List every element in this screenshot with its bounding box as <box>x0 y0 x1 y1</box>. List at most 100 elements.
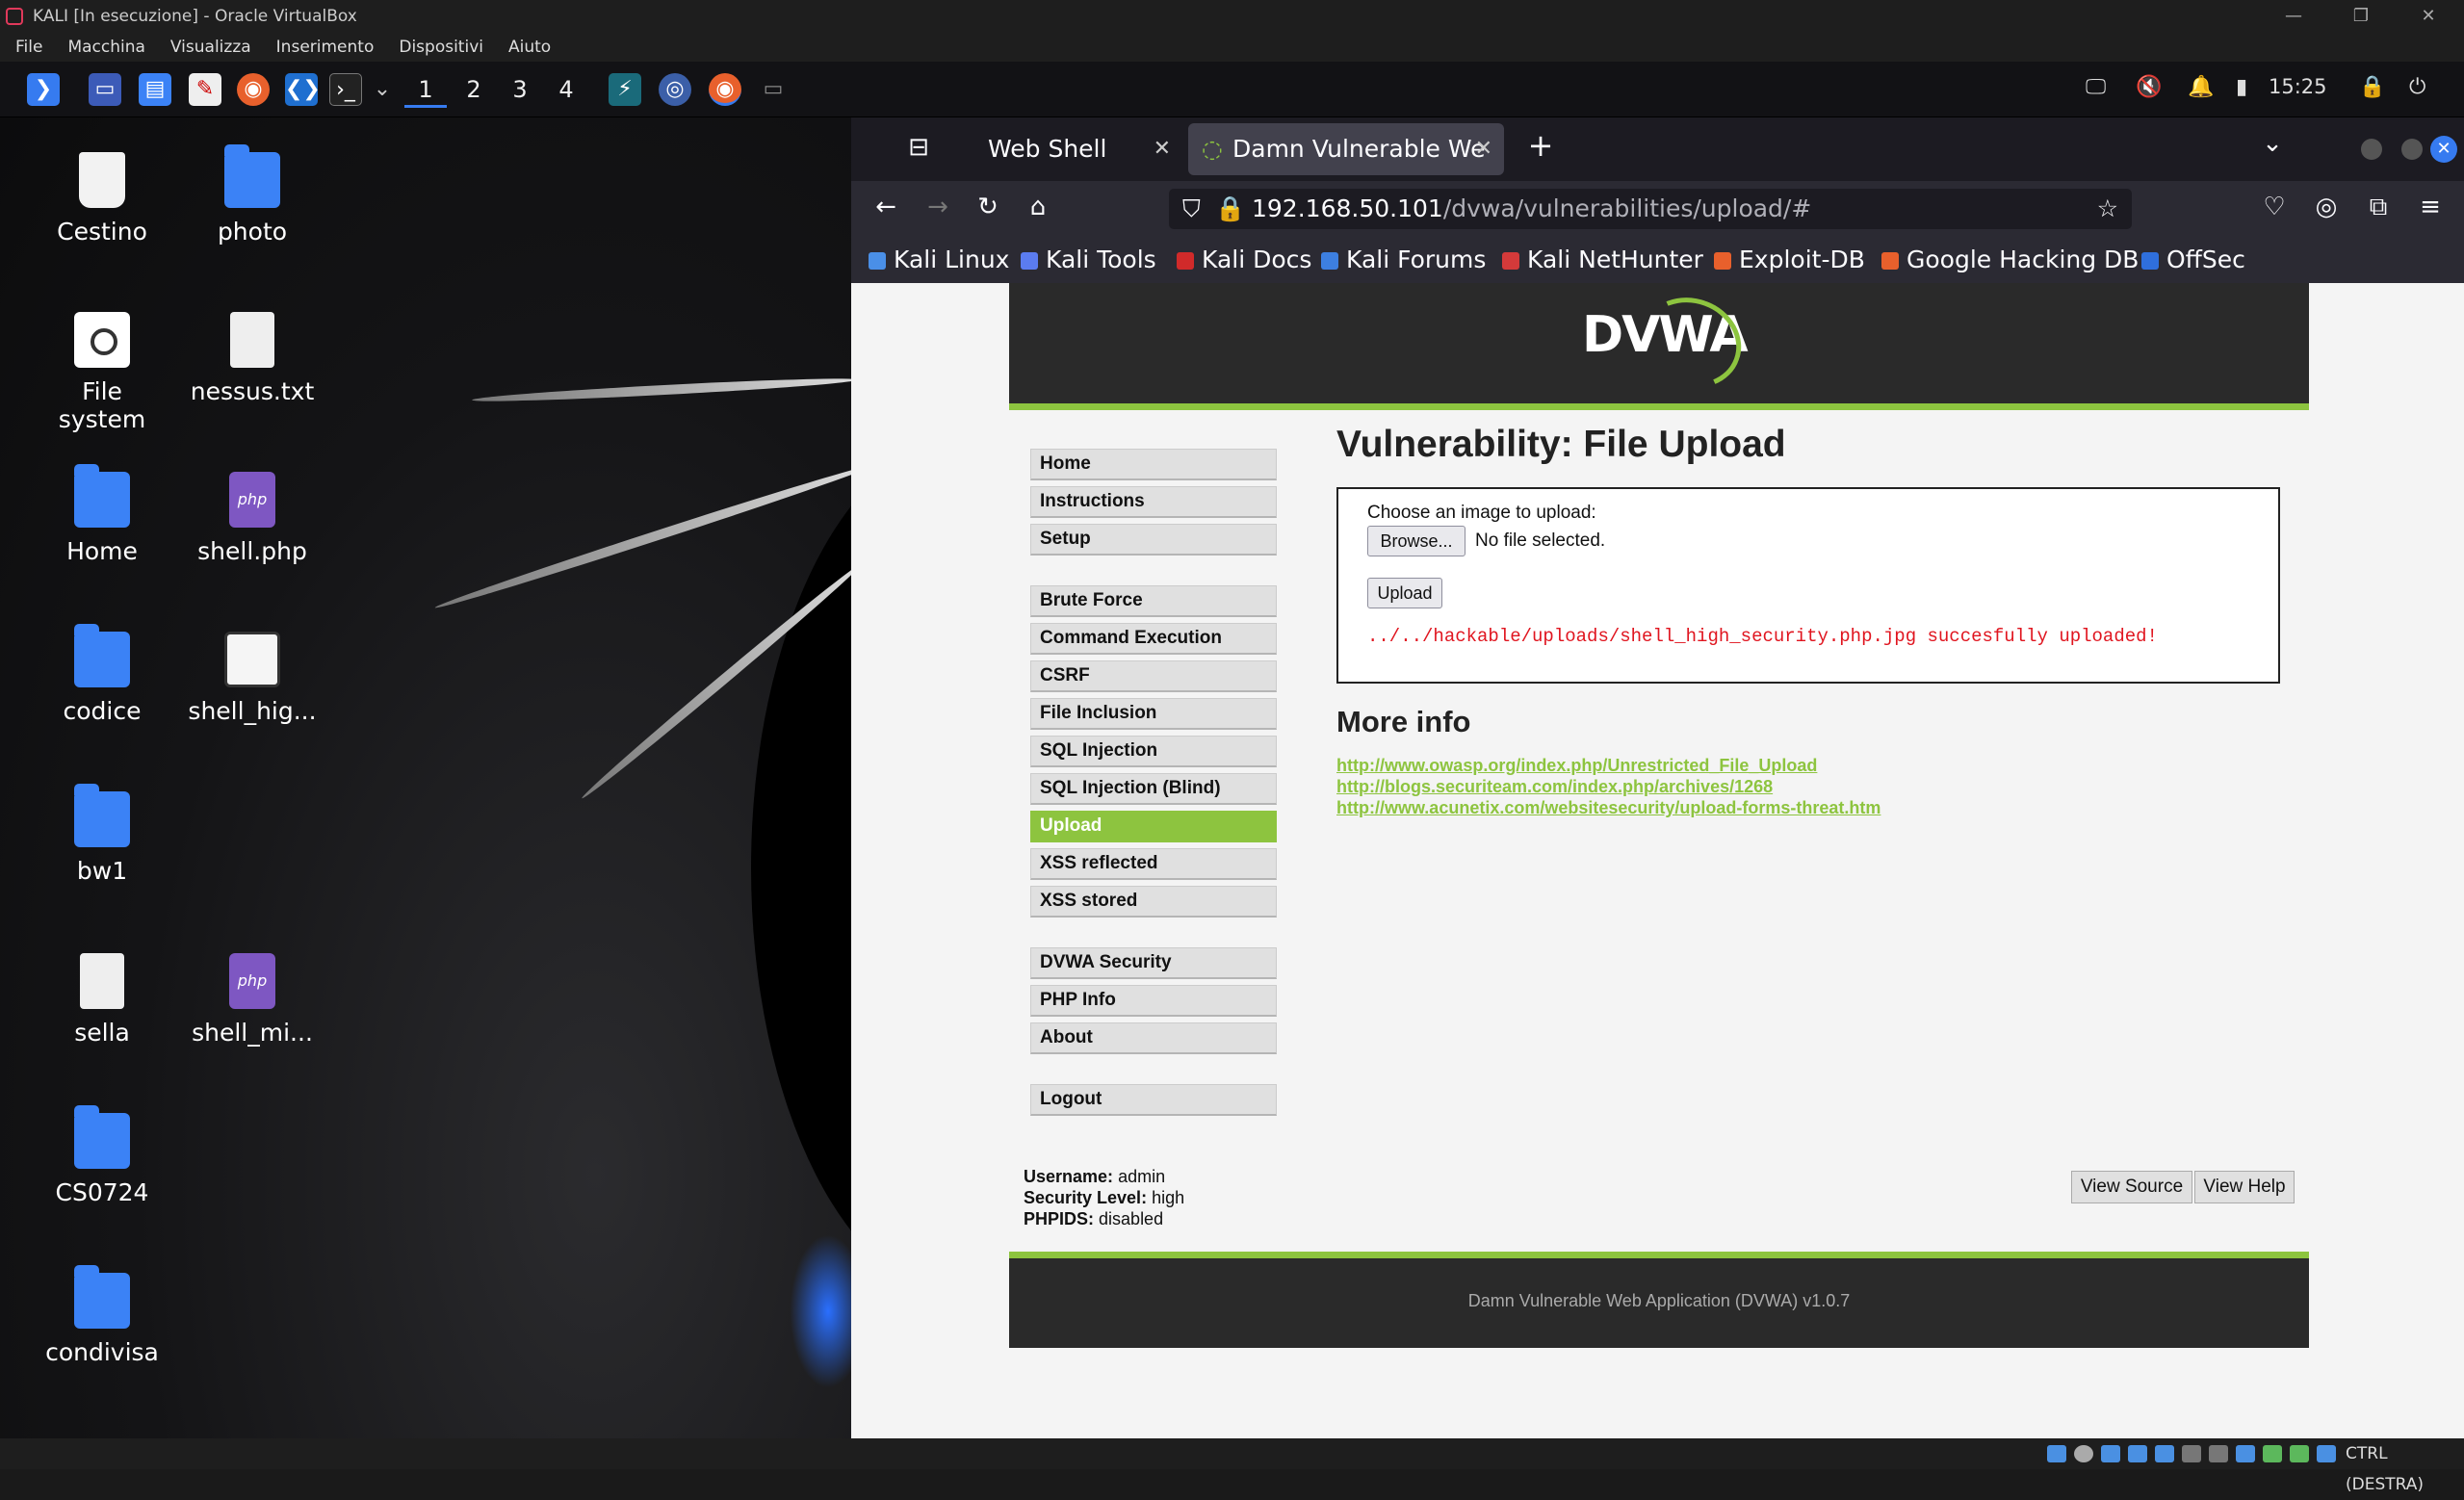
workspace-1[interactable]: 1 <box>404 71 447 108</box>
recording-icon[interactable] <box>2236 1445 2255 1462</box>
lock-icon[interactable]: 🔒 <box>1215 189 1245 229</box>
desktop-icon-cestino[interactable]: Cestino <box>35 152 169 246</box>
extensions-icon[interactable]: ⧉ <box>2359 193 2398 222</box>
power-icon[interactable]: ⏻ <box>2409 75 2425 99</box>
close-icon[interactable]: ✕ <box>2430 136 2457 163</box>
desktop-icon-file-system[interactable]: File system <box>35 312 169 433</box>
workspace-2[interactable]: 2 <box>453 71 495 108</box>
view-source-button[interactable]: View Source <box>2071 1171 2192 1203</box>
show-desktop-icon[interactable]: ▭ <box>89 73 121 106</box>
securiteam-link[interactable]: http://blogs.securiteam.com/index.php/ar… <box>1336 777 1773 797</box>
bookmark-google-hacking-db[interactable]: Google Hacking DB <box>1881 237 2139 283</box>
firefox-icon[interactable]: ◉ <box>237 73 270 106</box>
menu-icon[interactable]: ≡ <box>2411 193 2450 221</box>
usb-icon[interactable] <box>2155 1445 2174 1462</box>
mouse-integration-icon[interactable] <box>2290 1445 2309 1462</box>
bookmark-kali-forums[interactable]: Kali Forums <box>1321 237 1486 283</box>
optical-drive-icon[interactable] <box>2074 1445 2093 1462</box>
menu-php-info[interactable]: PHP Info <box>1030 985 1277 1017</box>
close-icon[interactable]: ✕ <box>2399 0 2457 33</box>
menu-upload[interactable]: Upload <box>1030 811 1277 842</box>
display-icon[interactable] <box>2209 1445 2228 1462</box>
menu-instructions[interactable]: Instructions <box>1030 486 1277 518</box>
hdd-icon[interactable] <box>2047 1445 2066 1462</box>
tab-web-shell[interactable]: Web Shell ✕ <box>973 123 1182 175</box>
desktop-icon-codice[interactable]: codice <box>35 624 169 725</box>
bookmark-kali-linux[interactable]: Kali Linux <box>869 237 1009 283</box>
menu-help[interactable]: Aiuto <box>508 38 551 57</box>
desktop-icon-shell-high[interactable]: shell_hig... <box>185 632 320 725</box>
tab-list-icon[interactable]: ⊟ <box>899 133 938 162</box>
bookmark-kali-tools[interactable]: Kali Tools <box>1021 237 1156 283</box>
url-bar[interactable]: ⛉ 🔒 192.168.50.101/dvwa/vulnerabilities/… <box>1169 189 2132 229</box>
desktop-icon-nessus[interactable]: nessus.txt <box>185 312 320 405</box>
menu-csrf[interactable]: CSRF <box>1030 660 1277 692</box>
reload-icon[interactable]: ↻ <box>969 193 1007 221</box>
desktop-icon-photo[interactable]: photo <box>185 144 320 246</box>
close-tab-icon[interactable]: ✕ <box>1154 123 1171 175</box>
menu-xss-stored[interactable]: XSS stored <box>1030 886 1277 918</box>
desktop-icon-home[interactable]: Home <box>35 464 169 565</box>
desktop-icon-shell-mi[interactable]: php shell_mi... <box>185 953 320 1047</box>
bookmark-kali-nethunter[interactable]: Kali NetHunter <box>1502 237 1703 283</box>
menu-input[interactable]: Inserimento <box>276 38 375 57</box>
minimize-icon[interactable]: — <box>2265 0 2322 33</box>
restore-icon[interactable]: ❐ <box>2332 0 2390 33</box>
bookmark-kali-docs[interactable]: Kali Docs <box>1177 237 1311 283</box>
audio-icon[interactable] <box>2101 1445 2120 1462</box>
menu-logout[interactable]: Logout <box>1030 1084 1277 1116</box>
lock-icon[interactable]: 🔒 <box>2359 75 2385 99</box>
text-editor-icon[interactable]: ✎ <box>189 73 221 106</box>
menu-devices[interactable]: Dispositivi <box>399 38 483 57</box>
back-icon[interactable]: ← <box>867 193 905 221</box>
battery-icon[interactable]: ▮ <box>2236 75 2247 99</box>
workspace-3[interactable]: 3 <box>499 71 541 108</box>
desktop-icon-shell-php[interactable]: php shell.php <box>185 472 320 565</box>
pocket-icon[interactable]: ♡ <box>2255 193 2294 221</box>
owasp-link[interactable]: http://www.owasp.org/index.php/Unrestric… <box>1336 756 1817 776</box>
menu-file[interactable]: File <box>15 38 42 57</box>
menu-machine[interactable]: Macchina <box>67 38 144 57</box>
menu-brute-force[interactable]: Brute Force <box>1030 585 1277 617</box>
menu-about[interactable]: About <box>1030 1022 1277 1054</box>
menu-view[interactable]: Visualizza <box>170 38 251 57</box>
network-icon[interactable] <box>2128 1445 2147 1462</box>
terminal-icon[interactable]: ›_ <box>329 73 362 106</box>
forward-icon[interactable]: → <box>919 193 957 221</box>
tab-dvwa[interactable]: ◌ Damn Vulnerable We ✕ <box>1188 123 1504 175</box>
kali-menu-icon[interactable]: ❯ <box>27 73 60 106</box>
bookmark-exploit-db[interactable]: Exploit-DB <box>1714 237 1865 283</box>
menu-dvwa-security[interactable]: DVWA Security <box>1030 947 1277 979</box>
bell-icon[interactable]: 🔔 <box>2188 75 2214 99</box>
star-icon[interactable]: ☆ <box>2097 189 2118 229</box>
workspace-4[interactable]: 4 <box>545 71 587 108</box>
menu-xss-reflected[interactable]: XSS reflected <box>1030 848 1277 880</box>
acunetix-link[interactable]: http://www.acunetix.com/websitesecurity/… <box>1336 798 1880 818</box>
desktop-icon-cs0724[interactable]: CS0724 <box>35 1105 169 1206</box>
cpu-icon[interactable] <box>2263 1445 2282 1462</box>
browse-button[interactable]: Browse... <box>1367 526 1465 556</box>
bookmark-offsec[interactable]: OffSec <box>2141 237 2245 283</box>
menu-file-inclusion[interactable]: File Inclusion <box>1030 698 1277 730</box>
app-window-icon[interactable]: ⚡ <box>609 73 641 106</box>
display-icon[interactable]: 🖵 <box>2086 75 2106 99</box>
firefox-window-icon[interactable]: ◉ <box>709 73 741 106</box>
shared-folder-icon[interactable] <box>2182 1445 2201 1462</box>
keyboard-icon[interactable] <box>2317 1445 2336 1462</box>
menu-command-execution[interactable]: Command Execution <box>1030 623 1277 655</box>
shield-icon[interactable]: ⛉ <box>1182 189 1201 229</box>
menu-sql-injection-blind[interactable]: SQL Injection (Blind) <box>1030 773 1277 805</box>
desktop-icon-sella[interactable]: sella <box>35 953 169 1047</box>
mute-icon[interactable]: 🔇 <box>2136 75 2162 99</box>
home-icon[interactable]: ⌂ <box>1019 193 1057 221</box>
file-manager-icon[interactable]: ▤ <box>139 73 171 106</box>
desktop-icon-condivisa[interactable]: condivisa <box>35 1265 169 1366</box>
account-icon[interactable]: ◎ <box>2307 193 2346 221</box>
minimize-icon[interactable] <box>2361 139 2382 160</box>
app-window-icon[interactable]: ◎ <box>659 73 691 106</box>
close-tab-icon[interactable]: ✕ <box>1475 123 1492 175</box>
terminal-window-icon[interactable]: ▭ <box>757 73 790 106</box>
clock[interactable]: 15:25 <box>2269 75 2327 98</box>
new-tab-icon[interactable]: + <box>1521 127 1560 164</box>
upload-button[interactable]: Upload <box>1367 578 1442 608</box>
